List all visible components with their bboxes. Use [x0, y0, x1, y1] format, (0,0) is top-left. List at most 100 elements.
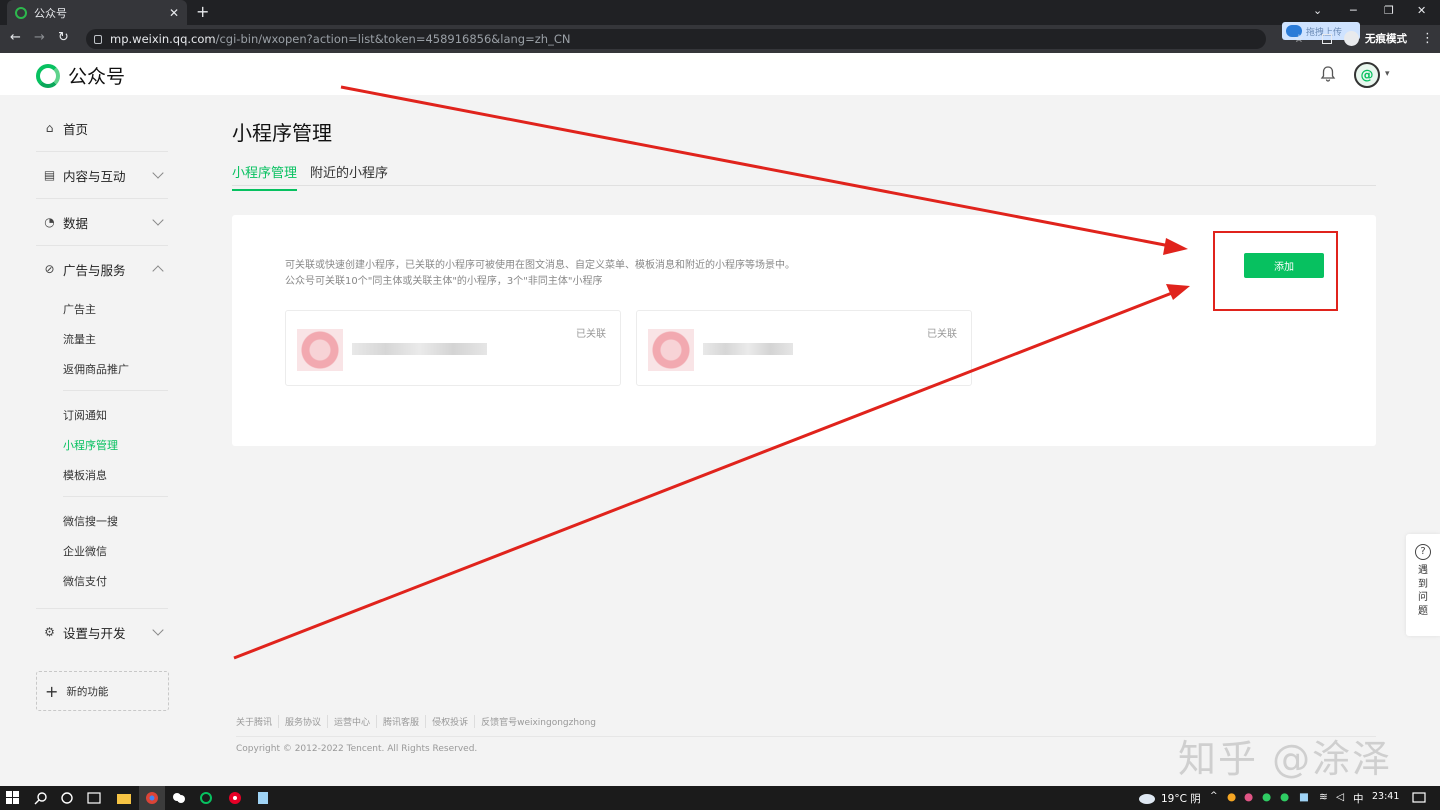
- sidebar-subitem-publisher[interactable]: 流量主: [63, 331, 96, 347]
- sidebar-item-content[interactable]: ▤ 内容与互动: [36, 152, 170, 198]
- footer-link[interactable]: 腾讯客服: [376, 715, 425, 728]
- help-char: 问: [1418, 592, 1428, 603]
- account-avatar[interactable]: @: [1354, 62, 1380, 88]
- sidebar-subitem-template[interactable]: 模板消息: [63, 467, 107, 483]
- search-icon[interactable]: [34, 791, 48, 805]
- new-features-button[interactable]: + 新的功能: [36, 671, 169, 711]
- sidebar-divider: [63, 496, 168, 497]
- shield-icon[interactable]: ●: [1227, 791, 1236, 803]
- notification-bell-icon[interactable]: [1318, 64, 1338, 84]
- page-title: 小程序管理: [232, 121, 332, 145]
- new-tab-button[interactable]: +: [196, 4, 209, 20]
- chevron-up-icon: [152, 265, 164, 277]
- address-bar[interactable]: mp.weixin.qq.com/cgi-bin/wxopen?action=l…: [86, 29, 1266, 49]
- notepad-icon[interactable]: [256, 791, 270, 805]
- tray-app-icon[interactable]: ■: [1299, 791, 1309, 803]
- cortana-icon[interactable]: [60, 791, 74, 805]
- reload-icon[interactable]: ↻: [58, 31, 69, 45]
- browser-toolbar: ← → ↻ mp.weixin.qq.com/cgi-bin/wxopen?ac…: [0, 25, 1440, 53]
- watermark: 知乎 @涂泽: [1178, 737, 1393, 781]
- pie-chart-icon: ◔: [44, 215, 55, 229]
- sidebar-item-label: 首页: [63, 121, 89, 137]
- highlight-box: [1213, 231, 1338, 311]
- gear-icon: ⚙: [44, 625, 55, 639]
- bookmark-star-icon[interactable]: ☆: [1294, 32, 1304, 45]
- incognito-label: 无痕模式: [1365, 33, 1407, 45]
- sidebar-item-label: 设置与开发: [63, 625, 126, 641]
- close-window-icon[interactable]: ✕: [1417, 4, 1426, 17]
- miniprogram-avatar: [648, 329, 694, 371]
- tab-search-icon[interactable]: ⌄: [1313, 4, 1322, 17]
- incognito-indicator[interactable]: 无痕模式: [1344, 31, 1407, 46]
- sidebar-subitem-search[interactable]: 微信搜一搜: [63, 513, 118, 529]
- tray-expand-icon[interactable]: ^: [1210, 791, 1218, 801]
- sidebar-subitem-wework[interactable]: 企业微信: [63, 543, 107, 559]
- url-host: mp.weixin.qq.com: [110, 32, 216, 46]
- incognito-icon: [1344, 31, 1359, 46]
- browser-tab[interactable]: 公众号 ✕: [7, 0, 187, 25]
- wechat-tray-icon[interactable]: ●: [1280, 791, 1289, 803]
- sidebar-subitem-miniprogram[interactable]: 小程序管理: [63, 437, 118, 453]
- netease-music-icon[interactable]: [228, 791, 242, 805]
- tab-miniprogram-management[interactable]: 小程序管理: [232, 162, 298, 191]
- miniprogram-card[interactable]: 已关联: [285, 310, 621, 386]
- restore-icon[interactable]: ❐: [1384, 4, 1394, 17]
- footer-link[interactable]: 反馈官号weixingongzhong: [474, 715, 602, 728]
- clock[interactable]: 23:41: [1372, 791, 1399, 802]
- forward-icon[interactable]: →: [34, 31, 45, 45]
- url-path: /cgi-bin/wxopen?action=list&token=458916…: [215, 32, 571, 46]
- ime-indicator[interactable]: 中: [1353, 791, 1364, 806]
- extensions-icon[interactable]: [1322, 34, 1332, 44]
- footer-link[interactable]: 关于腾讯: [236, 715, 278, 728]
- sidebar-subitem-pay[interactable]: 微信支付: [63, 573, 107, 589]
- wechat-tray-icon[interactable]: ●: [1262, 791, 1271, 803]
- tab-nearby-miniprogram[interactable]: 附近的小程序: [310, 162, 388, 189]
- tab-close-icon[interactable]: ✕: [169, 6, 179, 20]
- sidebar-item-home[interactable]: ⌂ 首页: [36, 105, 170, 151]
- devtools-icon[interactable]: [199, 791, 213, 805]
- sidebar-item-label: 广告与服务: [63, 262, 126, 278]
- sidebar-item-settings[interactable]: ⚙ 设置与开发: [36, 609, 170, 655]
- sidebar-item-data[interactable]: ◔ 数据: [36, 199, 170, 245]
- wechat-icon[interactable]: [172, 791, 186, 805]
- chevron-down-icon: [152, 214, 164, 226]
- help-widget[interactable]: ? 遇 到 问 题: [1406, 534, 1440, 636]
- task-view-icon[interactable]: [87, 791, 101, 805]
- file-explorer-icon[interactable]: [117, 791, 131, 805]
- notification-center-icon[interactable]: [1412, 791, 1426, 805]
- description-line-1: 可关联或快速创建小程序，已关联的小程序可被使用在图文消息、自定义菜单、模板消息和…: [285, 260, 795, 271]
- sidebar-item-ads[interactable]: ⊘ 广告与服务: [36, 246, 170, 292]
- miniprogram-card[interactable]: 已关联: [636, 310, 972, 386]
- wechat-favicon-icon: [15, 6, 27, 19]
- sidebar-subitem-advertiser[interactable]: 广告主: [63, 301, 96, 317]
- windows-start-icon[interactable]: [6, 791, 20, 805]
- brand-name: 公众号: [68, 66, 126, 88]
- help-char: 题: [1418, 605, 1428, 617]
- tray-app-icon[interactable]: ●: [1244, 791, 1253, 803]
- miniprogram-avatar: [297, 329, 343, 371]
- wifi-icon[interactable]: ≋: [1319, 791, 1328, 803]
- chevron-down-icon[interactable]: ▾: [1385, 69, 1390, 79]
- tab-strip: 小程序管理 附近的小程序: [232, 160, 1376, 191]
- browser-menu-icon[interactable]: ⋮: [1421, 31, 1434, 46]
- blurred-name: [352, 343, 487, 355]
- sidebar-subitem-commission[interactable]: 返佣商品推广: [63, 361, 129, 377]
- footer-link[interactable]: 服务协议: [278, 715, 327, 728]
- back-icon[interactable]: ←: [10, 31, 21, 45]
- lock-icon: [94, 34, 102, 44]
- footer-links: 关于腾讯 服务协议 运营中心 腾讯客服 侵权投诉 反馈官号weixingongz…: [236, 715, 602, 728]
- linked-status: 已关联: [927, 329, 957, 340]
- footer-link[interactable]: 运营中心: [327, 715, 376, 728]
- brand-logo[interactable]: 公众号: [36, 62, 125, 89]
- compass-icon: ⊘: [44, 262, 55, 276]
- chrome-icon[interactable]: [145, 791, 159, 805]
- sidebar-item-label: 数据: [63, 215, 89, 231]
- footer-link[interactable]: 侵权投诉: [425, 715, 474, 728]
- question-icon: ?: [1415, 544, 1431, 560]
- sidebar-divider: [63, 390, 168, 391]
- volume-icon[interactable]: ◁: [1336, 791, 1344, 803]
- description-line-2: 公众号可关联10个"同主体或关联主体"的小程序，3个"非同主体"小程序: [285, 276, 603, 287]
- sidebar-subitem-subscribe[interactable]: 订阅通知: [63, 407, 107, 423]
- document-icon: ▤: [43, 168, 56, 182]
- minimize-icon[interactable]: ─: [1350, 4, 1357, 17]
